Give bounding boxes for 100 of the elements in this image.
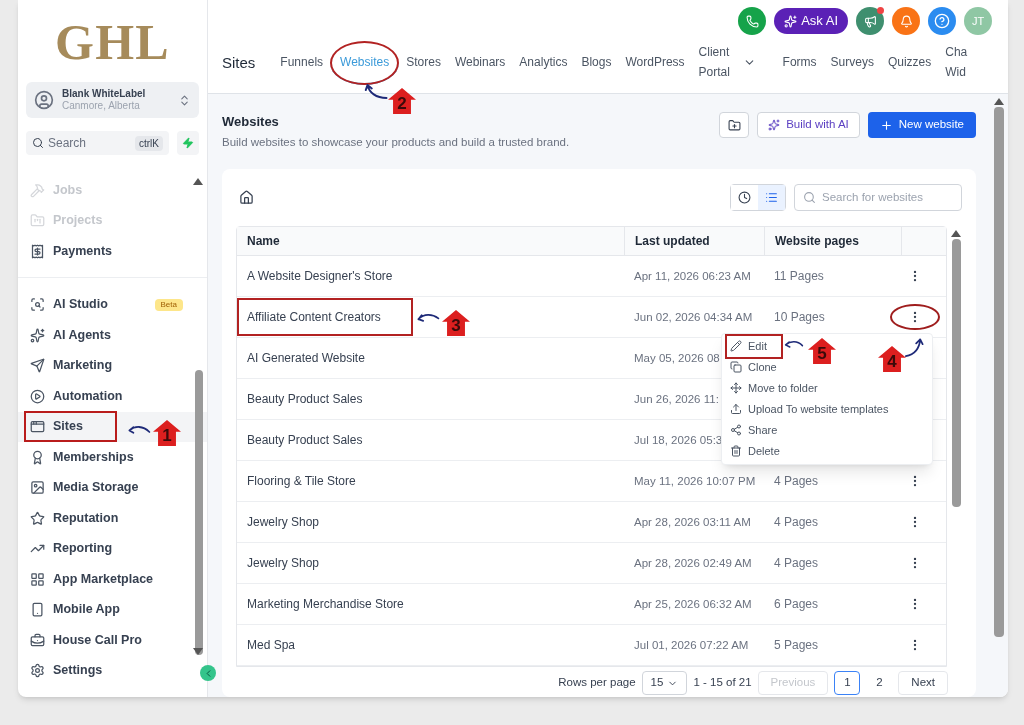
website-name[interactable]: A Website Designer's Store (239, 258, 393, 293)
website-name[interactable]: Flooring & Tile Store (239, 463, 356, 498)
sparkles-icon (784, 14, 798, 28)
sidebar-item[interactable]: Marketing (30, 356, 113, 376)
nav-tab[interactable]: Forms (775, 41, 824, 85)
new-website-button[interactable]: New website (867, 112, 976, 138)
sidebar-item[interactable]: Automation (30, 386, 123, 406)
website-name[interactable]: Marketing Merchandise Store (239, 586, 404, 621)
sidebar-icon (30, 449, 45, 465)
new-folder-button[interactable] (719, 112, 750, 138)
sidebar-icon (30, 213, 45, 229)
page-scrollbar[interactable] (994, 107, 1004, 637)
sidebar-item[interactable]: Payments (30, 241, 113, 261)
page-title: Websites (222, 113, 280, 131)
clock-icon (738, 190, 751, 204)
sidebar-item[interactable]: House Call Pro (30, 630, 142, 650)
next-button[interactable]: Next (898, 671, 948, 695)
search-placeholder: Search (48, 135, 87, 152)
phone-icon (745, 14, 759, 28)
website-name[interactable]: Beauty Product Sales (239, 381, 363, 416)
search-field[interactable]: Search ctrlK (26, 131, 169, 155)
nav-tab[interactable]: Analytics (512, 41, 575, 85)
sidebar-item[interactable]: Sites (26, 413, 115, 441)
phone-button[interactable] (738, 7, 767, 35)
page-subtitle: Build websites to showcase your products and build a trusted brand. (222, 134, 570, 150)
home-icon[interactable] (239, 189, 254, 205)
sidebar-item[interactable]: Media Storage (30, 478, 139, 498)
folder-plus-icon (727, 118, 741, 132)
announcements-button[interactable] (856, 7, 884, 35)
nav-tab[interactable]: Quizzes (880, 41, 939, 85)
sidebar-icon (30, 182, 45, 198)
rows-per-page-label: Rows per page (558, 675, 636, 691)
sidebar-icon (30, 571, 45, 587)
nav-tab[interactable]: Blogs (574, 41, 619, 85)
notifications-button[interactable] (892, 7, 920, 35)
ask-ai-button[interactable]: Ask AI (774, 8, 848, 34)
nav-tab[interactable]: Client Portal (691, 41, 776, 85)
quick-action-button[interactable] (177, 131, 199, 155)
nav-tab[interactable]: WordPress (618, 41, 692, 85)
sidebar-icon (30, 632, 45, 648)
table-cell-text: 10 Pages (773, 308, 826, 326)
nav-tab[interactable]: Funnels (273, 41, 331, 85)
share-icon (730, 424, 742, 437)
nav-tab[interactable]: Cha Wid (938, 41, 969, 85)
menu-item[interactable]: Upload To website templates (730, 401, 889, 418)
build-with-ai-button[interactable]: Build with AI (757, 112, 860, 138)
website-name[interactable]: Jewelry Shop (239, 504, 320, 539)
website-name[interactable]: AI Generated Website (239, 340, 365, 375)
column-header: Last updated (624, 226, 764, 255)
sidebar-icon (30, 602, 45, 618)
menu-item[interactable]: Move to folder (730, 380, 818, 397)
table-cell: Apr 28, 2026 03:11 AM (634, 515, 751, 528)
help-button[interactable] (928, 7, 956, 35)
table-cell-text: 5 Pages (773, 636, 820, 654)
sidebar-item[interactable]: AI Studio (30, 295, 108, 315)
scroll-up-icon[interactable] (193, 178, 203, 185)
nav-tab[interactable]: Stores (399, 41, 448, 85)
scroll-down-icon[interactable] (193, 648, 203, 655)
sidebar-item[interactable]: Mobile App (30, 600, 120, 620)
website-name[interactable]: Jewelry Shop (239, 545, 320, 580)
sidebar-item[interactable]: App Marketplace (30, 569, 154, 589)
sidebar-icon (30, 388, 45, 404)
page-button[interactable]: 2 (866, 671, 893, 695)
collapse-button[interactable] (200, 665, 216, 681)
sidebar-item[interactable]: Reporting (30, 539, 113, 559)
pencil-icon (730, 340, 742, 353)
account-switcher[interactable]: Blank WhiteLabel Canmore, Alberta (26, 82, 199, 118)
sparkles-icon (768, 119, 781, 131)
table-scrollbar[interactable] (951, 238, 961, 507)
sidebar-icon (30, 480, 45, 496)
scroll-up-icon[interactable] (994, 98, 1004, 105)
sidebar-item[interactable]: Settings (30, 661, 103, 681)
table-cell: Jun 26, 2026 11: (634, 392, 719, 405)
table-cell: Apr 28, 2026 02:49 AM (634, 556, 752, 569)
website-name[interactable]: Beauty Product Sales (239, 422, 363, 457)
chevron-icon (178, 93, 191, 107)
row-menu-button[interactable] (890, 303, 940, 330)
nav-tab[interactable]: Surveys (823, 41, 881, 85)
menu-item[interactable]: Edit (727, 336, 781, 357)
table-cell: Apr 11, 2026 06:23 AM (634, 269, 751, 282)
search-icon (803, 190, 816, 204)
menu-item[interactable]: Share (730, 422, 778, 439)
website-name[interactable]: Affiliate Content Creators (239, 299, 411, 334)
page-button[interactable]: 1 (834, 671, 861, 695)
table-cell-text: 4 Pages (773, 472, 820, 490)
bell-icon (899, 14, 913, 28)
menu-item[interactable]: Clone (730, 359, 777, 376)
logo: GHL (55, 14, 170, 70)
sidebar-item[interactable]: Memberships (30, 447, 134, 467)
list-view-button[interactable] (758, 184, 785, 210)
section-title: Sites (222, 52, 256, 73)
rows-per-page-select[interactable]: 15 (641, 671, 688, 695)
sidebar-item[interactable]: Reputation (30, 508, 119, 528)
nav-tab[interactable]: Webinars (447, 41, 513, 85)
account-icon (34, 90, 54, 110)
beta-badge: Beta (154, 298, 183, 311)
sidebar-scrollbar[interactable] (195, 370, 203, 655)
sidebar-item[interactable]: AI Agents (30, 325, 111, 345)
website-name[interactable]: Med Spa (239, 627, 296, 662)
menu-item[interactable]: Delete (730, 443, 780, 460)
